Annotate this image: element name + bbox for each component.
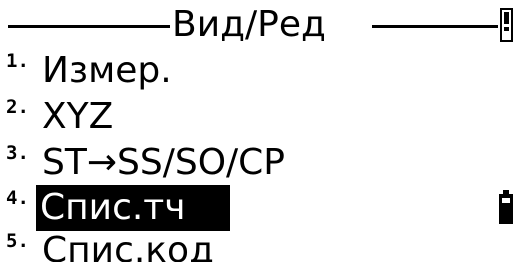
- menu-item-label: XYZ: [42, 96, 114, 137]
- title-rule-left: [8, 25, 170, 28]
- menu-item-number: 1.: [6, 50, 29, 72]
- menu-item-number: 5.: [6, 230, 29, 252]
- title-rule-right: [372, 25, 498, 28]
- menu-item-3[interactable]: 3. ST→SS/SO/CP: [0, 140, 513, 186]
- title-bar: Вид/Ред: [0, 0, 513, 48]
- menu-item-number: 2.: [6, 96, 29, 118]
- menu-item-label: Спис.код: [42, 230, 214, 262]
- instrument-screen: Вид/Ред 1. Измер. 2. XYZ 3. ST→SS/SO/CP …: [0, 0, 513, 262]
- scroll-bar-icon: [500, 8, 513, 42]
- menu-item-number: 4.: [6, 187, 29, 209]
- menu-item-number: 3.: [6, 142, 29, 164]
- battery-icon: [499, 190, 513, 224]
- page-title: Вид/Ред: [172, 4, 326, 45]
- menu-item-2[interactable]: 2. XYZ: [0, 94, 513, 140]
- menu-item-4-selected[interactable]: 4. Спис.тч: [0, 185, 513, 231]
- menu-item-label: Измер.: [42, 50, 172, 91]
- menu-item-label: ST→SS/SO/CP: [42, 142, 285, 183]
- menu-item-label: Спис.тч: [36, 185, 230, 231]
- menu-item-5[interactable]: 5. Спис.код: [0, 228, 513, 262]
- menu-item-1[interactable]: 1. Измер.: [0, 48, 513, 94]
